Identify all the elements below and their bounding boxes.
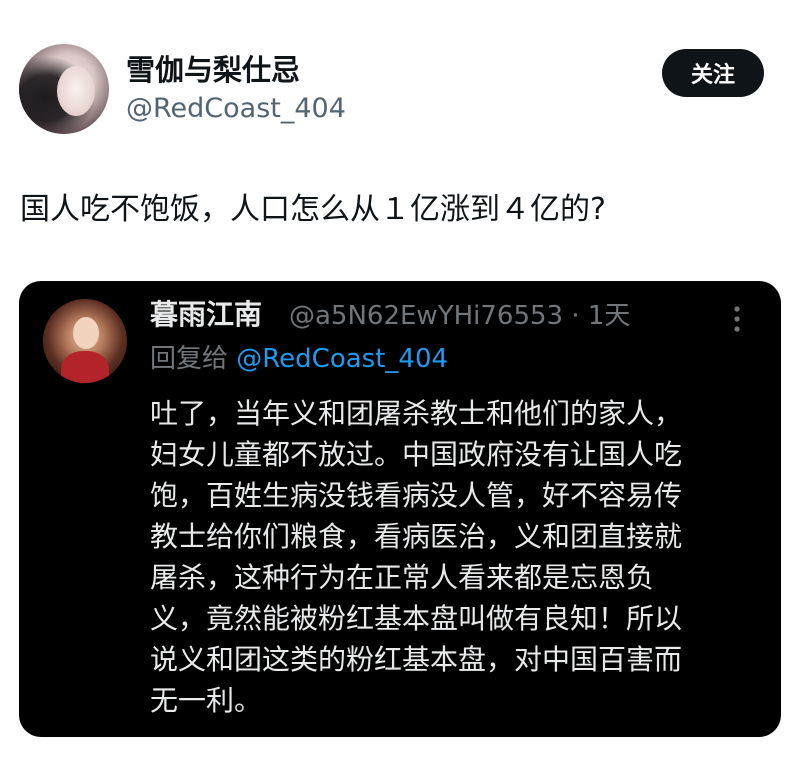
quoted-avatar-dress [61,351,109,383]
quoted-author-avatar[interactable] [43,299,127,383]
follow-button[interactable]: 关注 [662,49,764,97]
reply-to-line: 回复给 @RedCoast_404 [150,341,448,377]
quoted-text-line: 义，竟然能被粉红基本盘叫做有良知！所以 [150,602,683,635]
quoted-text-line: 妇女儿童都不放过。中国政府没有让国人吃 [150,438,683,471]
quoted-text-line: 教士给你们粮食，看病医治，义和团直接就 [150,520,683,553]
quoted-text-line: 屠杀，这种行为在正常人看来都是忘恩负 [150,561,655,594]
author-display-name[interactable]: 雪伽与梨仕忌 [126,52,300,88]
author-avatar[interactable] [19,44,109,134]
quoted-author-name[interactable]: 暮雨江南 [150,297,262,333]
author-handle[interactable]: @RedCoast_404 [126,92,346,126]
quoted-tweet-card[interactable]: 暮雨江南 @a5N62EwYHi76553 · 1天 回复给 @RedCoast… [19,281,781,737]
quoted-avatar-face [73,317,99,349]
more-vertical-icon[interactable] [729,305,745,333]
tweet-text: 国人吃不饱饭，人口怎么从１亿涨到４亿的? [20,192,606,227]
quoted-author-meta: @a5N62EwYHi76553 · 1天 [289,301,631,331]
quoted-tweet-text: 吐了，当年义和团屠杀教士和他们的家人， 妇女儿童都不放过。中国政府没有让国人吃 … [150,393,760,721]
reply-mention-link[interactable]: @RedCoast_404 [236,344,448,374]
reply-prefix: 回复给 [150,344,237,374]
quoted-text-line: 说义和团这类的粉红基本盘，对中国百害而 [150,643,683,676]
quoted-text-line: 饱，百姓生病没钱看病没人管，好不容易传 [150,479,683,512]
avatar-face [57,66,95,116]
quoted-text-line: 无一利。 [150,684,263,717]
quoted-text-line: 吐了，当年义和团屠杀教士和他们的家人， [150,397,683,430]
